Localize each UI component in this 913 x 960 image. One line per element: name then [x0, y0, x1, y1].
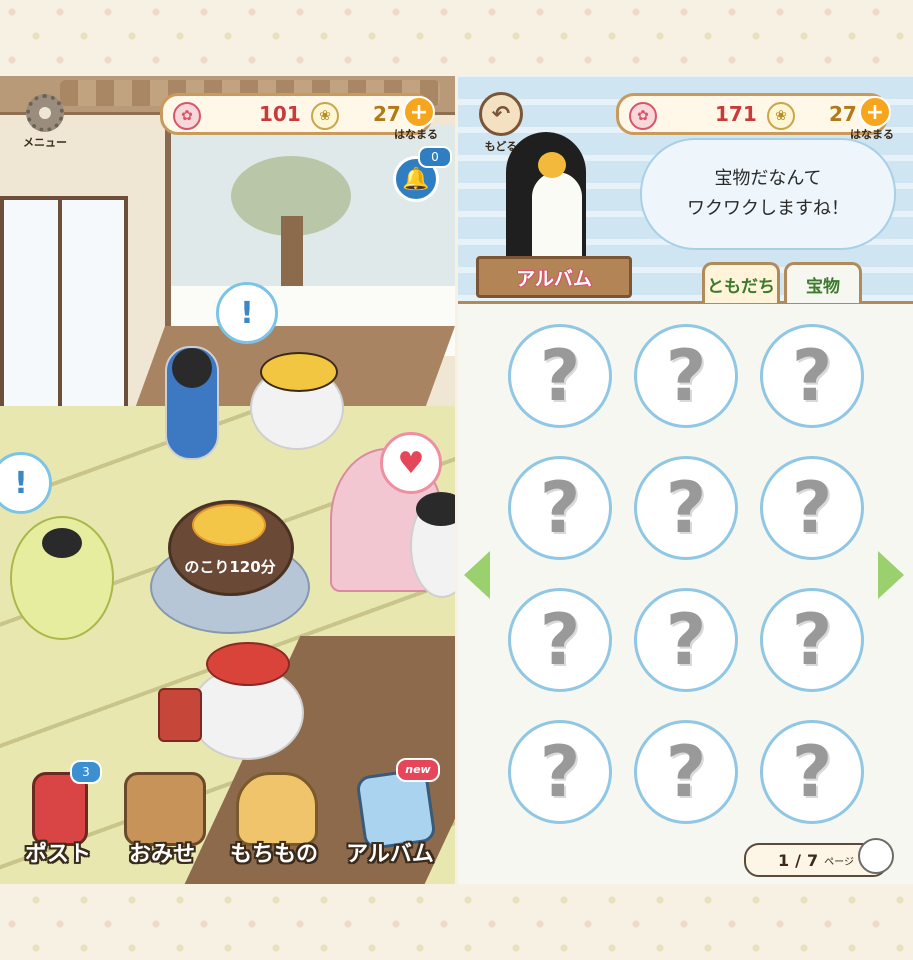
question-mark-icon: ?: [665, 599, 707, 681]
question-mark-icon: ?: [539, 731, 581, 813]
speech-bubble: 宝物だなんて ワクワクしますね！: [640, 138, 896, 250]
tab-friends[interactable]: ともだち: [702, 262, 780, 303]
tab-treasure[interactable]: 宝物: [784, 262, 862, 303]
question-mark-icon: ?: [539, 335, 581, 417]
flower-count: 27: [373, 102, 401, 126]
treasure-slot-locked[interactable]: ?: [760, 720, 864, 824]
radio-icon: [158, 688, 202, 742]
post-count-badge: 3: [70, 760, 102, 784]
treasure-slot-locked[interactable]: ?: [508, 720, 612, 824]
kokeshi-head: [172, 348, 212, 388]
nav-items-label: もちもの: [229, 842, 318, 867]
treasure-slot-locked[interactable]: ?: [634, 456, 738, 560]
speech-line: ワクワクしますね！: [687, 198, 849, 219]
penguin-corn-costume[interactable]: [10, 516, 114, 640]
bell-icon: 🔔: [402, 166, 430, 192]
treasure-slot-locked[interactable]: ?: [634, 720, 738, 824]
nav-shop-label: おみせ: [128, 842, 195, 867]
treasure-slot-locked[interactable]: ?: [508, 588, 612, 692]
question-mark-icon: ?: [791, 467, 833, 549]
nav-album-label: アルバム: [346, 842, 434, 867]
omelette-timer-table[interactable]: のこり120分: [150, 500, 310, 634]
question-mark-icon: ?: [665, 731, 707, 813]
new-badge: new: [396, 758, 440, 782]
exclamation-icon: !: [14, 465, 28, 501]
bird-mascot-icon: [858, 838, 894, 874]
nav-shop-button[interactable]: おみせ: [110, 766, 214, 876]
sakura-coin-icon: ✿: [629, 102, 657, 130]
remaining-time: のこり120分: [184, 558, 276, 576]
flower-count: 27: [829, 102, 857, 126]
next-page-arrow-icon[interactable]: [878, 551, 904, 599]
penguin-cheek: [538, 152, 566, 178]
penguin-mushroom-hat[interactable]: [190, 642, 304, 760]
flower-coin-icon: ❀: [311, 102, 339, 130]
kokeshi-doll[interactable]: [165, 346, 219, 460]
sakura-coin-icon: ✿: [173, 102, 201, 130]
emperor-penguin-character: [486, 122, 606, 282]
nav-items-button[interactable]: もちもの: [222, 766, 326, 876]
treasure-slot-locked[interactable]: ?: [634, 588, 738, 692]
currency-bar: ✿ 101 ❀ 27: [160, 93, 432, 135]
page-unit: ページ: [824, 856, 854, 868]
question-mark-icon: ?: [539, 599, 581, 681]
nav-album-button[interactable]: new アルバム: [338, 758, 442, 876]
shop-icon: [124, 772, 206, 846]
penguin-with-goggles[interactable]: [250, 352, 344, 450]
heart-icon: ♥: [397, 445, 425, 481]
penguin-face: [42, 528, 82, 558]
sakura-count: 101: [259, 102, 301, 126]
currency-bar: ✿ 171 ❀ 27: [616, 93, 888, 135]
previous-page-arrow-icon[interactable]: [464, 551, 490, 599]
penguin-face: [416, 492, 455, 526]
question-mark-icon: ?: [539, 467, 581, 549]
goggles-helmet: [260, 352, 338, 392]
flower-coin-icon: ❀: [767, 102, 795, 130]
bell-count-badge: 0: [418, 146, 452, 168]
exclamation-icon: !: [240, 295, 254, 331]
exclamation-bubble[interactable]: !: [216, 282, 278, 344]
question-mark-icon: ?: [791, 335, 833, 417]
bag-icon: [236, 772, 318, 846]
treasure-slot-locked[interactable]: ?: [634, 324, 738, 428]
nav-post-label: ポスト: [24, 842, 91, 867]
treasure-slot-locked[interactable]: ?: [760, 588, 864, 692]
omelette-icon: [192, 504, 266, 546]
room-screen: ! ! ♥ のこり120分 メニュー ✿ 101 ❀ 27 + はなまる 🔔 0…: [0, 76, 455, 884]
question-mark-icon: ?: [665, 467, 707, 549]
add-currency-button[interactable]: +: [859, 96, 891, 128]
speech-line: 宝物だなんて: [714, 168, 822, 189]
hanamaru-label: はなまる: [394, 128, 438, 141]
add-currency-button[interactable]: +: [403, 96, 435, 128]
heart-bubble[interactable]: ♥: [380, 432, 442, 494]
album-screen: ↶ もどる ✿ 171 ❀ 27 + はなまる 宝物だなんて ワクワクしますね！…: [458, 76, 913, 884]
album-sign: アルバム: [476, 256, 632, 298]
gear-icon: [26, 94, 64, 132]
treasure-slot-locked[interactable]: ?: [760, 324, 864, 428]
current-page: 1: [778, 850, 790, 870]
question-mark-icon: ?: [791, 599, 833, 681]
mushroom-hat-icon: [206, 642, 290, 686]
page-separator: /: [795, 850, 802, 870]
total-pages: 7: [807, 850, 819, 870]
menu-label: メニュー: [23, 136, 67, 149]
treasure-slot-locked[interactable]: ?: [508, 456, 612, 560]
menu-button[interactable]: メニュー: [20, 94, 70, 150]
question-mark-icon: ?: [665, 335, 707, 417]
treasure-slot-locked[interactable]: ?: [508, 324, 612, 428]
treasure-slot-locked[interactable]: ?: [760, 456, 864, 560]
nav-post-button[interactable]: 3 ポスト: [6, 760, 110, 876]
question-mark-icon: ?: [791, 731, 833, 813]
sakura-count: 171: [715, 102, 757, 126]
